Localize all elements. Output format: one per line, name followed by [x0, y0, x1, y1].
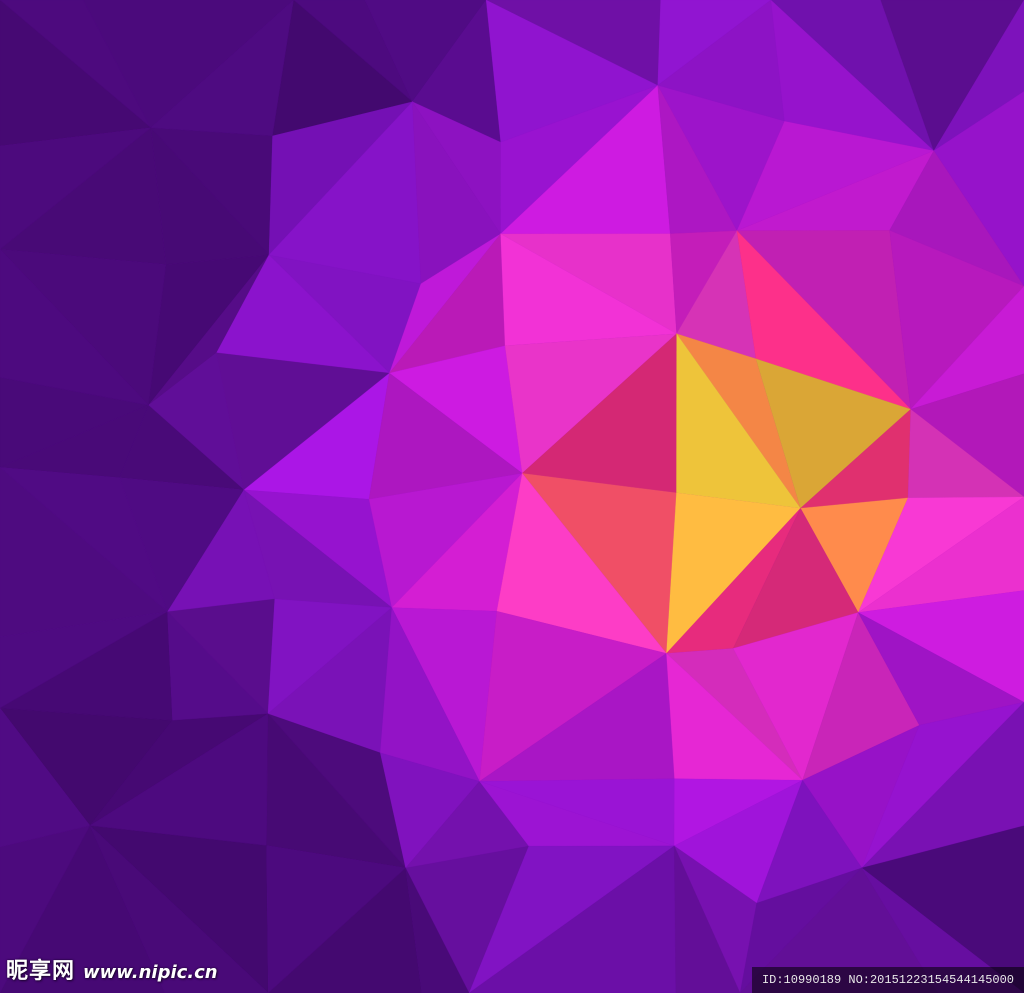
watermark-id: ID:10990189 NO:20151223154544145000: [751, 967, 1024, 993]
polygon-layer: [0, 0, 1024, 993]
watermark-site: 昵享网 www.nipic.cn: [6, 953, 218, 985]
watermark-url: www.nipic.cn: [83, 962, 218, 983]
low-poly-background: [0, 0, 1024, 993]
watermark-logo: 昵享网: [6, 959, 76, 984]
